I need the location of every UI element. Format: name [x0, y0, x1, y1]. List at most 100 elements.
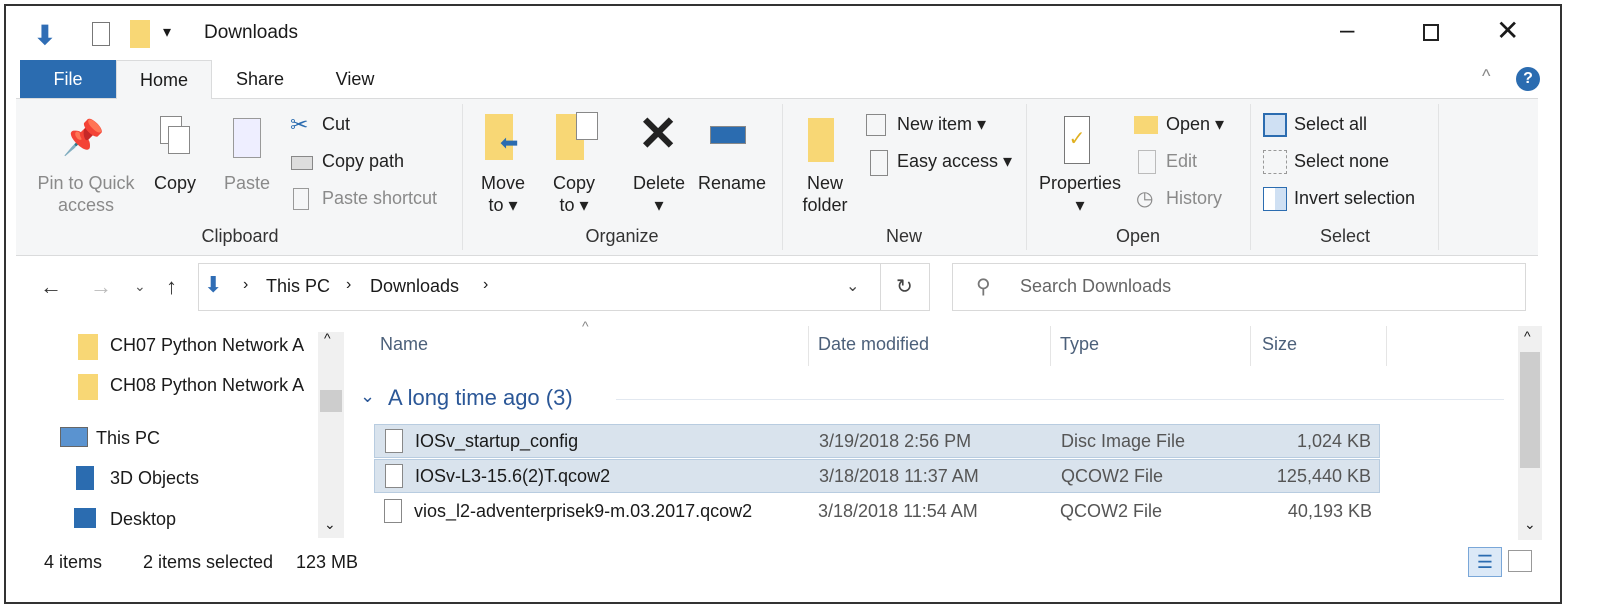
copy-button[interactable]: Copy [154, 172, 196, 194]
rename-button[interactable]: Rename [698, 172, 766, 194]
clipboard-group-label: Clipboard [201, 226, 279, 246]
column-divider[interactable] [1386, 326, 1387, 366]
refresh-button[interactable]: ↻ [896, 274, 913, 299]
file-date: 3/18/2018 11:54 AM [818, 501, 978, 521]
nav-item-this-pc[interactable]: This PC [96, 428, 160, 449]
move-to-button[interactable]: Move to ▾ [478, 172, 528, 216]
nav-scrollbar[interactable] [318, 332, 344, 538]
rename-icon [710, 126, 746, 144]
paste-shortcut-button[interactable]: Paste shortcut [322, 188, 437, 209]
history-button[interactable]: History [1166, 188, 1222, 209]
collapse-ribbon-icon[interactable]: ^ [1482, 66, 1490, 87]
invert-selection-icon [1263, 187, 1287, 211]
delete-icon: ✕ [638, 108, 679, 161]
move-arrow-icon: ⬅ [500, 130, 519, 155]
new-folder-qa-icon[interactable] [130, 20, 150, 48]
customize-qa-icon[interactable]: ▾ [163, 22, 171, 42]
tab-view[interactable]: View [320, 60, 390, 99]
file-row[interactable]: IOSv_startup_config 3/19/2018 2:56 PM Di… [374, 424, 1380, 458]
divider [782, 104, 783, 250]
breadcrumb-this-pc[interactable]: This PC [266, 276, 330, 297]
copy-path-button[interactable]: Copy path [322, 151, 404, 172]
file-type: QCOW2 File [1061, 466, 1164, 486]
close-button[interactable]: ✕ [1496, 14, 1519, 47]
scroll-up-arrow[interactable]: ^ [324, 330, 331, 346]
scroll-down-arrow[interactable]: ⌄ [1524, 516, 1536, 533]
new-item-button[interactable]: New item ▾ [897, 114, 986, 135]
history-icon: ◷ [1136, 188, 1154, 210]
back-button[interactable]: ← [40, 274, 62, 300]
folder-icon [78, 374, 98, 400]
column-header-size[interactable]: Size [1262, 334, 1297, 355]
new-folder-button[interactable]: New folder [800, 172, 850, 216]
file-date: 3/19/2018 2:56 PM [819, 431, 972, 451]
group-header[interactable]: A long time ago (3) [388, 385, 573, 411]
cut-button[interactable]: Cut [322, 114, 350, 135]
large-icons-view-button[interactable] [1508, 550, 1532, 572]
nav-item-3d-objects[interactable]: 3D Objects [110, 468, 199, 489]
nav-item-ch08[interactable]: CH08 Python Network A [110, 375, 315, 396]
file-icon [385, 464, 403, 488]
file-icon [384, 499, 402, 523]
easy-access-button[interactable]: Easy access ▾ [897, 151, 1012, 172]
breadcrumb-downloads[interactable]: Downloads [370, 276, 459, 297]
forward-button[interactable]: → [90, 274, 112, 300]
3d-objects-icon [76, 466, 94, 490]
tab-share[interactable]: Share [220, 60, 300, 99]
window-title: Downloads [204, 22, 298, 43]
up-button[interactable]: ↑ [166, 274, 177, 300]
properties-icon: ✓ [1064, 116, 1090, 164]
copy-to-sheet-icon [576, 112, 598, 140]
file-type: QCOW2 File [1060, 501, 1163, 521]
properties-qa-icon[interactable] [92, 22, 110, 46]
group-collapse-icon[interactable]: ⌄ [360, 386, 375, 407]
copy-to-button[interactable]: Copy to ▾ [550, 172, 598, 216]
pin-icon: 📌 [62, 119, 105, 157]
nav-scroll-thumb[interactable] [320, 390, 342, 412]
pin-quick-access-button[interactable]: Pin to Quick access [30, 172, 142, 216]
column-header-name[interactable]: Name [380, 334, 428, 355]
file-list-scroll-thumb[interactable] [1520, 352, 1540, 468]
help-icon[interactable]: ? [1516, 67, 1540, 91]
tab-file[interactable]: File [20, 60, 116, 99]
delete-button[interactable]: Delete ▾ [630, 172, 688, 216]
edit-icon [1138, 150, 1156, 174]
breadcrumb-separator: › [483, 276, 489, 293]
address-dropdown-button[interactable]: ⌄ [846, 276, 859, 296]
status-selected-size: 123 MB [296, 552, 359, 572]
file-name: vios_l2-adventerprisek9-m.03.2017.qcow2 [414, 501, 753, 521]
select-none-button[interactable]: Select none [1294, 151, 1389, 172]
copy-path-icon [291, 156, 313, 170]
select-group-label: Select [1319, 226, 1371, 246]
file-size: 1,024 KB [1296, 431, 1371, 451]
quick-access-down-icon[interactable]: ⬇ [34, 20, 56, 51]
paste-button[interactable]: Paste [224, 172, 270, 194]
nav-item-ch07[interactable]: CH07 Python Network A [110, 335, 315, 356]
file-row[interactable]: IOSv-L3-15.6(2)T.qcow2 3/18/2018 11:37 A… [374, 459, 1380, 493]
scroll-up-arrow[interactable]: ^ [1524, 328, 1531, 344]
select-all-button[interactable]: Select all [1294, 114, 1367, 135]
disc-image-icon [385, 429, 403, 453]
breadcrumb-separator: › [243, 276, 249, 293]
column-divider[interactable] [808, 326, 809, 366]
column-divider[interactable] [1250, 326, 1251, 366]
paste-shortcut-icon [293, 188, 309, 210]
file-size: 125,440 KB [1276, 466, 1371, 486]
recent-locations-button[interactable]: ⌄ [134, 278, 146, 295]
properties-button[interactable]: Properties ▾ [1036, 172, 1124, 216]
maximize-button[interactable] [1423, 24, 1439, 41]
details-view-button[interactable]: ☰ [1468, 547, 1502, 577]
scroll-down-arrow[interactable]: ⌄ [324, 516, 336, 533]
column-header-date[interactable]: Date modified [818, 334, 929, 355]
tab-home[interactable]: Home [116, 60, 212, 99]
select-all-icon [1263, 113, 1287, 137]
nav-item-desktop[interactable]: Desktop [110, 509, 176, 530]
column-header-type[interactable]: Type [1060, 334, 1099, 355]
invert-selection-button[interactable]: Invert selection [1294, 188, 1415, 209]
column-divider[interactable] [1050, 326, 1051, 366]
file-row[interactable]: vios_l2-adventerprisek9-m.03.2017.qcow2 … [374, 495, 1380, 529]
select-none-icon [1263, 150, 1287, 174]
open-button[interactable]: Open ▾ [1166, 114, 1224, 135]
edit-button[interactable]: Edit [1166, 151, 1197, 172]
minimize-button[interactable]: – [1340, 14, 1354, 45]
